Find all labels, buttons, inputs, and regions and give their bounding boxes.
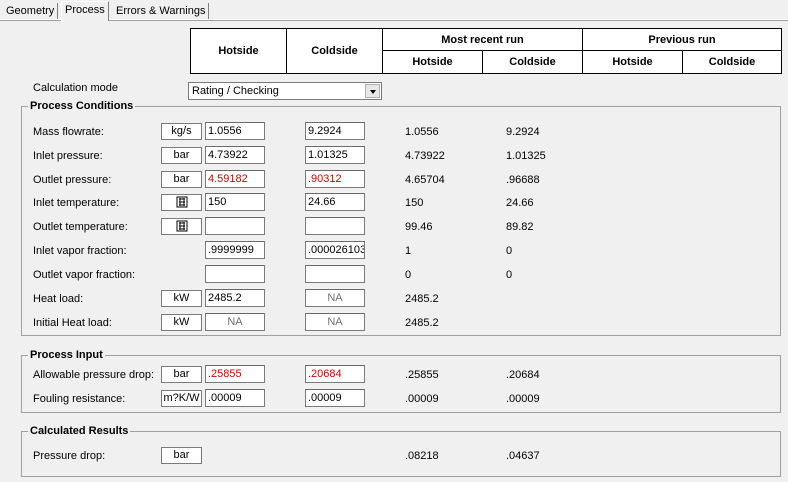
outlet-vapor-fraction-recent-hotside-value: 0 (405, 269, 412, 281)
header-previous-hotside-label: Hotside (612, 56, 653, 68)
temperature-unit-icon[interactable] (161, 194, 202, 211)
outlet-temperature-recent-coldside-value: 89.82 (506, 221, 534, 233)
mass-flowrate-hotside-input[interactable]: 1.0556 (205, 122, 265, 140)
inlet-temperature-coldside-input[interactable]: 24.66 (305, 193, 365, 211)
outlet-vapor-fraction-hotside-input[interactable] (205, 265, 265, 283)
inlet-temperature-recent-coldside-value: 24.66 (506, 197, 534, 209)
initial-heat-load-label: Initial Heat load: (33, 317, 112, 329)
inlet-pressure-coldside-input[interactable]: 1.01325 (305, 146, 365, 164)
fouling-resistance-recent-hotside-value: .00009 (405, 393, 439, 405)
pressure-drop-unit[interactable]: bar (161, 447, 202, 464)
calculated-results-title: Calculated Results (28, 425, 131, 437)
inlet-vapor-fraction-recent-coldside-value: 0 (506, 245, 513, 257)
pressure-drop-recent-coldside-value: .04637 (506, 450, 540, 462)
header-hotside: Hotside (190, 28, 287, 74)
inlet-temperature-label: Inlet temperature: (33, 197, 120, 209)
heat-load-coldside-input[interactable]: NA (305, 289, 365, 307)
outlet-pressure-label: Outlet pressure: (33, 174, 112, 186)
tab-process[interactable]: Process (61, 1, 109, 21)
allowable-pressure-drop-recent-hotside-value: .25855 (405, 369, 439, 381)
tab-errors-warnings[interactable]: Errors & Warnings (113, 3, 210, 19)
outlet-temperature-coldside-input[interactable] (305, 217, 365, 235)
mass-flowrate-coldside-input[interactable]: 9.2924 (305, 122, 365, 140)
tab-geometry[interactable]: Geometry (3, 3, 59, 19)
inlet-vapor-fraction-hotside-input[interactable]: .9999999 (205, 241, 265, 259)
fouling-resistance-label: Fouling resistance: (33, 393, 126, 405)
allowable-pressure-drop-coldside-input[interactable]: .20684 (305, 365, 365, 383)
outlet-vapor-fraction-recent-coldside-value: 0 (506, 269, 513, 281)
chevron-down-icon (370, 90, 376, 94)
header-previous-coldside: Coldside (682, 50, 782, 74)
outlet-vapor-fraction-coldside-input[interactable] (305, 265, 365, 283)
calculated-results-group (21, 431, 781, 477)
calculation-mode-select[interactable]: Rating / Checking (188, 82, 382, 100)
outlet-vapor-fraction-label: Outlet vapor fraction: (33, 269, 136, 281)
mass-flowrate-unit[interactable]: kg/s (161, 123, 202, 140)
initial-heat-load-unit[interactable]: kW (161, 314, 202, 331)
inlet-temperature-hotside-input[interactable]: 150 (205, 193, 265, 211)
dropdown-button[interactable] (365, 84, 380, 98)
heat-load-label: Heat load: (33, 293, 84, 305)
allowable-pressure-drop-hotside-input[interactable]: .25855 (205, 365, 265, 383)
header-recent-hotside: Hotside (382, 50, 483, 74)
fouling-resistance-recent-coldside-value: .00009 (506, 393, 540, 405)
header-coldside: Coldside (286, 28, 383, 74)
inlet-vapor-fraction-recent-hotside-value: 1 (405, 245, 412, 257)
calculation-mode-value: Rating / Checking (192, 85, 279, 97)
header-recent-coldside-label: Coldside (509, 56, 556, 68)
inlet-pressure-hotside-input[interactable]: 4.73922 (205, 146, 265, 164)
outlet-pressure-recent-coldside-value: .96688 (506, 174, 540, 186)
initial-heat-load-recent-hotside-value: 2485.2 (405, 317, 439, 329)
outlet-pressure-recent-hotside-value: 4.65704 (405, 174, 445, 186)
inlet-temperature-recent-hotside-value: 150 (405, 197, 424, 209)
header-most-recent-run-label: Most recent run (441, 33, 524, 46)
fouling-resistance-coldside-input[interactable]: .00009 (305, 389, 365, 407)
heat-load-unit[interactable]: kW (161, 290, 202, 307)
outlet-temperature-hotside-input[interactable] (205, 217, 265, 235)
mass-flowrate-recent-coldside-value: 9.2924 (506, 126, 540, 138)
process-conditions-title: Process Conditions (28, 100, 136, 112)
inlet-vapor-fraction-label: Inlet vapor fraction: (33, 245, 127, 257)
heat-load-hotside-input[interactable]: 2485.2 (205, 289, 265, 307)
header-recent-coldside: Coldside (482, 50, 583, 74)
header-recent-hotside-label: Hotside (412, 56, 453, 68)
outlet-pressure-coldside-input[interactable]: .90312 (305, 170, 365, 188)
header-coldside-label: Coldside (311, 45, 358, 57)
heat-load-recent-hotside-value: 2485.2 (405, 293, 439, 305)
tab-divider-shadow (0, 20, 788, 21)
mass-flowrate-label: Mass flowrate: (33, 126, 104, 138)
fouling-resistance-unit[interactable]: m?K/W (161, 390, 202, 407)
pressure-drop-label: Pressure drop: (33, 450, 106, 462)
inlet-pressure-recent-hotside-value: 4.73922 (405, 150, 445, 162)
process-input-title: Process Input (28, 349, 105, 361)
inlet-pressure-recent-coldside-value: 1.01325 (506, 150, 546, 162)
header-most-recent-run: Most recent run (382, 28, 583, 51)
fouling-resistance-hotside-input[interactable]: .00009 (205, 389, 265, 407)
tab-strip: Geometry Process Errors & Warnings (0, 0, 788, 21)
process-input-group (21, 355, 781, 413)
initial-heat-load-coldside-input[interactable]: NA (305, 313, 365, 331)
outlet-temperature-label: Outlet temperature: (33, 221, 128, 233)
header-previous-run-label: Previous run (648, 33, 716, 46)
allowable-pressure-drop-unit[interactable]: bar (161, 366, 202, 383)
outlet-pressure-hotside-input[interactable]: 4.59182 (205, 170, 265, 188)
mass-flowrate-recent-hotside-value: 1.0556 (405, 126, 439, 138)
header-previous-coldside-label: Coldside (708, 56, 756, 68)
pressure-drop-recent-hotside-value: .08218 (405, 450, 439, 462)
process-conditions-group (21, 106, 781, 336)
inlet-vapor-fraction-coldside-input[interactable]: .000026103 (305, 241, 365, 259)
temperature-unit-icon[interactable] (161, 218, 202, 235)
allowable-pressure-drop-recent-coldside-value: .20684 (506, 369, 540, 381)
header-previous-hotside: Hotside (582, 50, 683, 74)
header-hotside-label: Hotside (218, 45, 259, 57)
outlet-pressure-unit[interactable]: bar (161, 171, 202, 188)
header-previous-run: Previous run (582, 28, 782, 51)
allowable-pressure-drop-label: Allowable pressure drop: (33, 369, 155, 381)
inlet-pressure-label: Inlet pressure: (33, 150, 103, 162)
calculation-mode-label: Calculation mode (33, 82, 118, 94)
initial-heat-load-hotside-input[interactable]: NA (205, 313, 265, 331)
inlet-pressure-unit[interactable]: bar (161, 147, 202, 164)
outlet-temperature-recent-hotside-value: 99.46 (405, 221, 433, 233)
